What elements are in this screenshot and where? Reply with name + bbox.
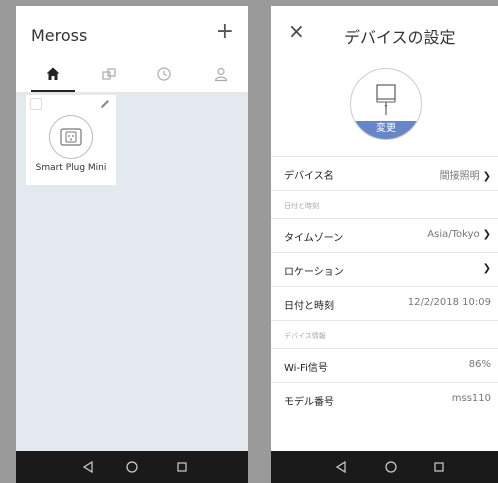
row-value: mss110	[452, 393, 491, 404]
smart-plug-icon	[60, 128, 82, 146]
back-icon	[335, 460, 346, 474]
tab-home[interactable]	[41, 64, 65, 84]
row-value-text: 12/2/2018 10:09	[407, 297, 491, 308]
select-checkbox[interactable]	[30, 98, 42, 110]
row-value: 間接照明 ❯	[440, 167, 491, 182]
settings-row[interactable]: モデル番号 mss110	[271, 382, 498, 417]
section-header: 日付と時刻	[271, 190, 498, 219]
device-card[interactable]: Smart Plug Mini	[26, 95, 116, 185]
row-label: Wi-Fi信号	[284, 363, 328, 374]
nav-recents-button[interactable]	[174, 459, 190, 475]
settings-row[interactable]: Wi-Fi信号 86%	[271, 348, 498, 383]
tab-bar	[16, 58, 248, 93]
nav-home-button[interactable]	[124, 459, 140, 475]
rooms-icon	[102, 68, 116, 80]
tab-rooms[interactable]	[97, 64, 121, 84]
row-label: デバイス名	[284, 171, 334, 182]
nav-recents-button[interactable]	[431, 459, 447, 475]
row-value: 12/2/2018 10:09	[408, 297, 491, 308]
clock-icon	[157, 67, 171, 81]
row-value: Asia/Tokyo ❯	[427, 229, 491, 240]
settings-row[interactable]: タイムゾーン Asia/Tokyo ❯	[271, 218, 498, 253]
row-label: ロケーション	[284, 267, 344, 278]
tab-schedule[interactable]	[152, 64, 176, 84]
section-label: デバイス情報	[284, 332, 326, 340]
meross-home-screen: Meross + Smart Plug Mini	[16, 6, 248, 483]
tab-account[interactable]	[209, 64, 233, 84]
chevron-right-icon: ❯	[482, 263, 491, 274]
nav-back-button[interactable]	[333, 459, 349, 475]
recents-icon	[434, 462, 444, 472]
page-title: デバイスの設定	[344, 28, 456, 47]
device-icon-circle	[49, 115, 93, 159]
row-label: モデル番号	[284, 397, 334, 408]
section-header: デバイス情報	[271, 320, 498, 349]
settings-row[interactable]: 日付と時刻 12/2/2018 10:09	[271, 286, 498, 321]
settings-header: × デバイスの設定	[271, 6, 498, 58]
row-value: ❯	[480, 263, 491, 274]
chevron-right-icon: ❯	[482, 229, 491, 240]
row-label: 日付と時刻	[284, 301, 334, 312]
app-header: Meross +	[16, 6, 248, 58]
android-nav-bar	[16, 451, 248, 483]
row-value-text: Asia/Tokyo	[427, 229, 480, 240]
device-settings-screen: × デバイスの設定 変更 デバイス名 間接照明 ❯ 日付と時刻 タイムゾーン Asia/T…	[271, 6, 498, 483]
row-label: タイムゾーン	[284, 233, 344, 244]
home-icon	[46, 67, 60, 80]
active-tab-indicator	[31, 90, 75, 92]
row-value-text: 86%	[468, 359, 491, 370]
pencil-icon[interactable]	[99, 98, 111, 110]
add-device-button[interactable]: +	[216, 19, 234, 45]
nav-back-button[interactable]	[80, 459, 96, 475]
nav-home-button[interactable]	[383, 459, 399, 475]
device-list-area: Smart Plug Mini	[16, 93, 248, 451]
android-nav-bar	[271, 451, 498, 483]
home-circle-icon	[385, 461, 397, 473]
device-name: Smart Plug Mini	[35, 163, 107, 173]
row-value: 86%	[469, 359, 491, 370]
section-label: 日付と時刻	[284, 202, 319, 210]
back-icon	[82, 460, 93, 474]
home-circle-icon	[126, 461, 138, 473]
settings-row[interactable]: デバイス名 間接照明 ❯	[271, 156, 498, 191]
device-avatar-section: 変更	[271, 58, 498, 156]
recents-icon	[177, 462, 187, 472]
chevron-right-icon: ❯	[482, 171, 491, 182]
row-value-text: 間接照明	[439, 171, 480, 182]
user-icon	[214, 67, 228, 82]
change-image-button[interactable]: 変更	[351, 121, 421, 139]
app-title: Meross	[31, 26, 88, 45]
row-value-text: mss110	[451, 393, 491, 404]
device-avatar[interactable]: 変更	[350, 68, 422, 140]
close-button[interactable]: ×	[288, 20, 305, 42]
settings-row[interactable]: ロケーション ❯	[271, 252, 498, 287]
